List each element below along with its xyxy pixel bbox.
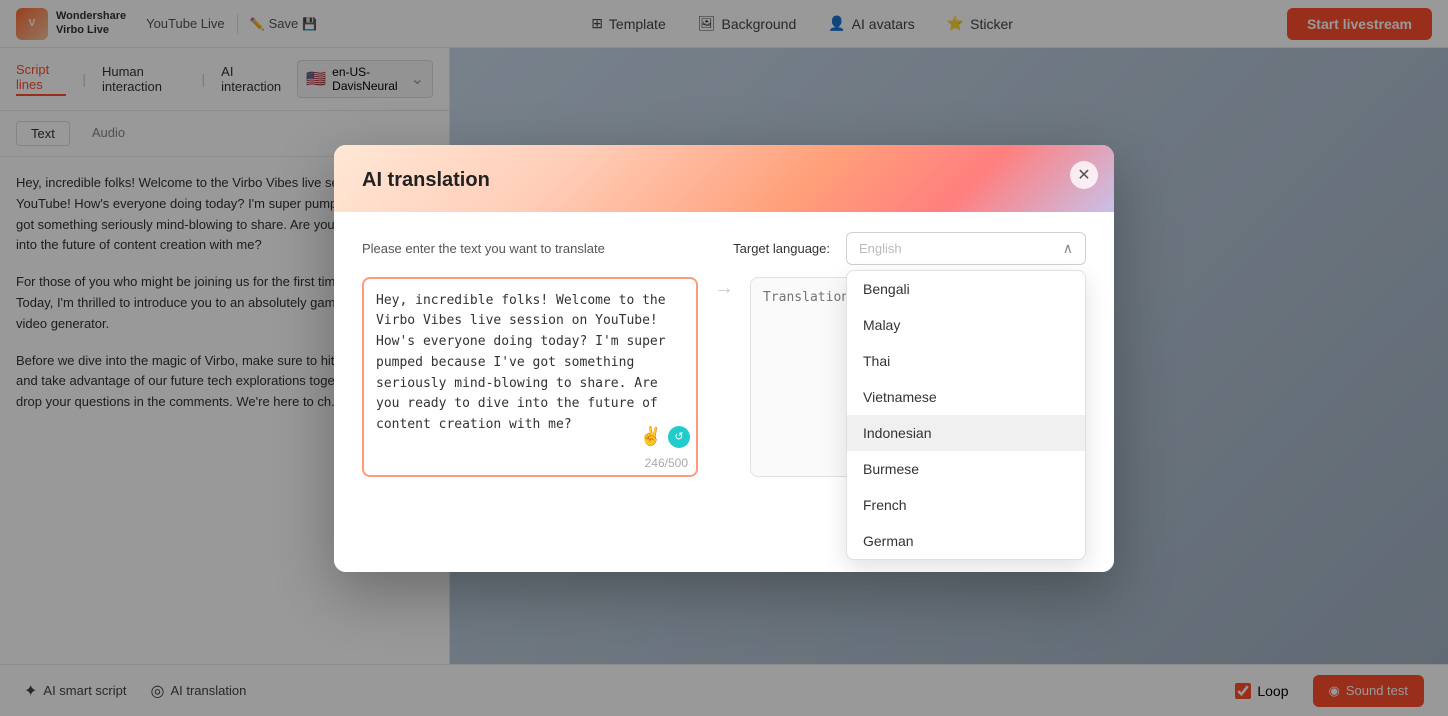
translate-arrow-icon: → <box>714 277 734 300</box>
modal-close-button[interactable]: ✕ <box>1070 161 1098 189</box>
modal-overlay: AI translation ✕ Please enter the text y… <box>0 0 1448 716</box>
refresh-icon[interactable]: ↺ <box>668 426 690 448</box>
language-dropdown-trigger[interactable]: English ∧ <box>846 232 1086 265</box>
lang-option-french[interactable]: French <box>847 487 1085 523</box>
lang-option-indonesian[interactable]: Indonesian <box>847 415 1085 451</box>
lang-option-burmese[interactable]: Burmese <box>847 451 1085 487</box>
lang-option-german[interactable]: German <box>847 523 1085 559</box>
modal-body: Please enter the text you want to transl… <box>334 212 1114 500</box>
source-input-wrap: Hey, incredible folks! Welcome to the Vi… <box>362 277 698 480</box>
char-count: 246/500 <box>645 456 688 470</box>
modal-header: AI translation <box>334 145 1114 212</box>
lang-option-malay[interactable]: Malay <box>847 307 1085 343</box>
lang-option-thai[interactable]: Thai <box>847 343 1085 379</box>
target-language-label: Target language: <box>733 241 830 256</box>
chevron-up-icon: ∧ <box>1063 240 1073 257</box>
ai-translation-modal: AI translation ✕ Please enter the text y… <box>334 145 1114 572</box>
lang-option-vietnamese[interactable]: Vietnamese <box>847 379 1085 415</box>
language-selector: English ∧ Bengali Malay Thai Vietnamese … <box>846 232 1086 265</box>
magic-wand-icon: ✌️ <box>640 426 662 447</box>
arrow-separator: → <box>710 277 738 300</box>
language-dropdown: Bengali Malay Thai Vietnamese Indonesian… <box>846 270 1086 560</box>
modal-title: AI translation <box>362 169 1086 192</box>
lang-option-bengali[interactable]: Bengali <box>847 271 1085 307</box>
selected-language: English <box>859 241 902 256</box>
source-text-label: Please enter the text you want to transl… <box>362 241 717 256</box>
